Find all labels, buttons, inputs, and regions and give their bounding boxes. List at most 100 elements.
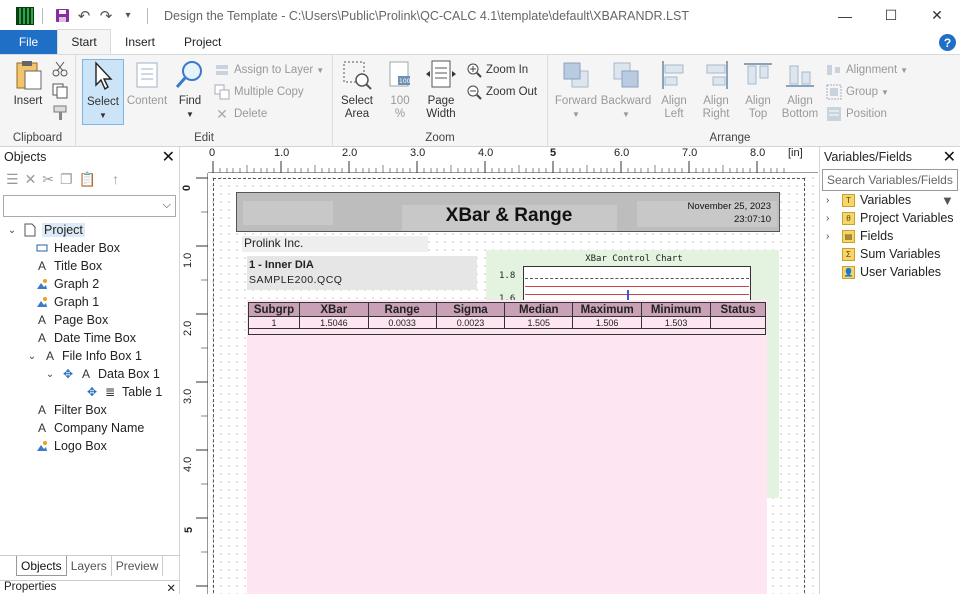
multiple-copy-button[interactable]: Multiple Copy [214, 82, 304, 102]
find-label: Find [178, 95, 202, 107]
tree-item-date-time-box[interactable]: A Date Time Box [30, 329, 136, 347]
alignment-button[interactable]: Alignment ▼ [826, 60, 908, 80]
zoom-out-button[interactable]: Zoom Out [466, 82, 537, 102]
tree-item-graph-1[interactable]: Graph 1 [30, 293, 99, 311]
position-button[interactable]: Position [826, 104, 887, 124]
format-painter-icon[interactable] [52, 103, 72, 123]
align-top-button[interactable]: Align Top [740, 59, 776, 121]
save-icon[interactable] [51, 5, 73, 27]
close-button[interactable]: ✕ [914, 0, 960, 31]
help-button[interactable]: ? [939, 34, 956, 51]
find-button[interactable]: Find ▼ [172, 59, 208, 121]
var-item-user-variables[interactable]: 👤 User Variables [826, 263, 941, 281]
company-name-box[interactable]: Prolink Inc. [242, 236, 428, 252]
tab-insert[interactable]: Insert [111, 30, 169, 54]
align-right-button[interactable]: Align Right [698, 59, 734, 121]
tree-item-file-info-box-1[interactable]: ⌄ A File Info Box 1 [26, 347, 142, 365]
copy-object-icon[interactable]: ❐ [60, 171, 73, 188]
file-info-box[interactable]: 1 - Inner DIA SAMPLE200.QCQ [247, 256, 477, 290]
cut-icon[interactable] [52, 59, 72, 79]
page-width-button[interactable]: Page Width [423, 59, 459, 121]
assign-to-layer-button[interactable]: Assign to Layer ▼ [214, 60, 324, 80]
tree-item-filter-box[interactable]: A Filter Box [30, 401, 107, 419]
rectangle-icon [34, 241, 50, 255]
col-header-range: Range [367, 302, 437, 317]
table-row: 1 1.5046 0.0033 0.0023 1.505 1.506 1.503 [248, 316, 766, 329]
svg-text:100: 100 [399, 78, 411, 85]
move-up-icon[interactable]: ↑ [112, 171, 119, 187]
delete-icon: ✕ [216, 106, 228, 122]
expand-icon: › [826, 194, 830, 206]
tab-objects[interactable]: Objects [16, 556, 67, 576]
close-objects-panel-icon[interactable]: ✕ [162, 147, 175, 167]
forward-button[interactable]: Forward ▼ [554, 59, 598, 121]
tree-item-logo-box[interactable]: Logo Box [30, 437, 107, 455]
tab-start[interactable]: Start [57, 29, 111, 54]
var-item-fields[interactable]: › ▤ Fields [826, 227, 893, 245]
select-area-button[interactable]: Select Area [339, 59, 375, 121]
data-table[interactable]: Subgrp XBar Range Sigma Median Maximum M… [248, 302, 766, 335]
cell-maximum: 1.506 [572, 316, 643, 329]
date-time-box[interactable]: November 25, 2023 23:07:10 [688, 201, 771, 225]
maximize-button[interactable]: ☐ [868, 0, 914, 31]
tab-file[interactable]: File [0, 30, 57, 54]
text-icon: A [37, 331, 46, 345]
copy-icon[interactable] [52, 81, 72, 101]
tree-item-graph-2[interactable]: Graph 2 [30, 275, 99, 293]
tree-item-data-box-1[interactable]: ⌄ ✥ A Data Box 1 [44, 365, 160, 383]
tree-item-company-name[interactable]: A Company Name [30, 419, 144, 437]
object-selector[interactable]: ⌵ [3, 195, 176, 217]
content-label: Content [126, 95, 168, 107]
filter-icon[interactable]: ▼ [941, 193, 954, 208]
collapse-icon: ⌄ [7, 224, 17, 236]
variables-search-input[interactable]: Search Variables/Fields [822, 169, 958, 191]
content-button[interactable]: Content [126, 59, 168, 108]
select-button[interactable]: Select ▼ [82, 59, 124, 125]
align-bottom-button[interactable]: Align Bottom [780, 59, 820, 121]
minimize-button[interactable]: — [822, 0, 868, 31]
undo-icon[interactable]: ↶ [73, 5, 95, 27]
tree-item-page-box[interactable]: A Page Box [30, 311, 108, 329]
text-icon: A [37, 259, 46, 273]
var-item-sum-variables[interactable]: Σ Sum Variables [826, 245, 940, 263]
customize-quick-access-icon[interactable]: ▾ [117, 5, 139, 27]
image-icon [34, 277, 50, 291]
tab-layers[interactable]: Layers [67, 556, 112, 576]
tree-item-project[interactable]: ⌄ Project [6, 221, 85, 239]
h-ruler-tick-8: 8.0 [750, 147, 766, 159]
delete-object-icon[interactable]: ✕ [25, 171, 37, 188]
data-box[interactable] [247, 300, 767, 594]
tree-item-title-box[interactable]: A Title Box [30, 257, 102, 275]
design-workspace[interactable]: XBar & Range November 25, 2023 23:07:10 … [209, 174, 818, 594]
tab-preview[interactable]: Preview [112, 556, 164, 576]
delete-button[interactable]: ✕ Delete [214, 104, 267, 124]
cut-object-icon[interactable]: ✂ [42, 171, 54, 188]
zoom-100-button[interactable]: 100 100 % [383, 59, 417, 121]
close-properties-icon[interactable]: ✕ [166, 581, 176, 595]
user-variables-icon: 👤 [842, 265, 855, 279]
zoom-in-button[interactable]: Zoom In [466, 60, 528, 80]
layer-icon [214, 62, 230, 78]
redo-icon[interactable]: ↷ [95, 5, 117, 27]
group-button[interactable]: Group ▼ [826, 82, 889, 102]
text-icon: A [37, 421, 46, 435]
align-left-button[interactable]: Align Left [656, 59, 692, 121]
chevron-down-icon: ⌵ [162, 199, 171, 211]
header-box[interactable]: XBar & Range November 25, 2023 23:07:10 [236, 192, 780, 232]
tree-item-header-box[interactable]: Header Box [30, 239, 120, 257]
insert-button[interactable]: Insert [8, 59, 48, 108]
design-canvas[interactable]: 0 1.0 2.0 3.0 4.0 5 6.0 7.0 8.0 [in] 0 1… [181, 147, 818, 594]
backward-button[interactable]: Backward ▼ [600, 59, 652, 121]
tree-item-table-1[interactable]: ✥ ≣ Table 1 [80, 383, 162, 401]
properties-list-icon[interactable]: ☰ [6, 171, 19, 188]
col-header-subgrp: Subgrp [248, 302, 300, 317]
paste-object-icon[interactable]: 📋 [79, 171, 96, 188]
var-item-variables[interactable]: › T Variables [826, 191, 911, 209]
close-variables-panel-icon[interactable]: ✕ [943, 147, 956, 167]
variables-icon: T [842, 193, 855, 207]
tab-project[interactable]: Project [169, 30, 236, 54]
move-handle-icon: ✥ [86, 385, 98, 399]
var-item-project-variables[interactable]: › θ Project Variables [826, 209, 954, 227]
horizontal-ruler: 0 1.0 2.0 3.0 4.0 5 6.0 7.0 8.0 [in] [208, 147, 818, 173]
page-icon [22, 223, 38, 237]
